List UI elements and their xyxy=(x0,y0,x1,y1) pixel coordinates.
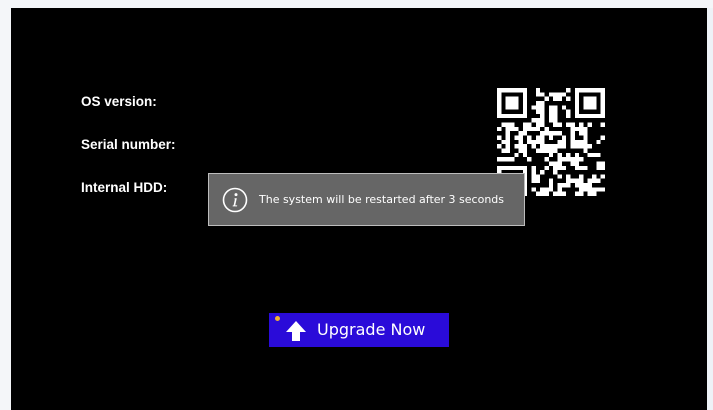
window-edge xyxy=(707,8,713,410)
info-icon xyxy=(222,187,248,213)
notification-message: The system will be restarted after 3 sec… xyxy=(259,193,505,206)
internal-hdd-label: Internal HDD: xyxy=(81,180,168,195)
status-dot-icon xyxy=(275,316,280,321)
restart-notification: The system will be restarted after 3 sec… xyxy=(208,173,525,226)
os-version-label: OS version: xyxy=(81,94,157,109)
serial-number-label: Serial number: xyxy=(81,137,176,152)
upgrade-now-button[interactable]: Upgrade Now xyxy=(269,313,449,347)
device-screen: OS version: Serial number: Internal HDD:… xyxy=(11,8,707,410)
up-arrow-icon xyxy=(286,321,306,341)
upgrade-now-label: Upgrade Now xyxy=(317,320,426,339)
